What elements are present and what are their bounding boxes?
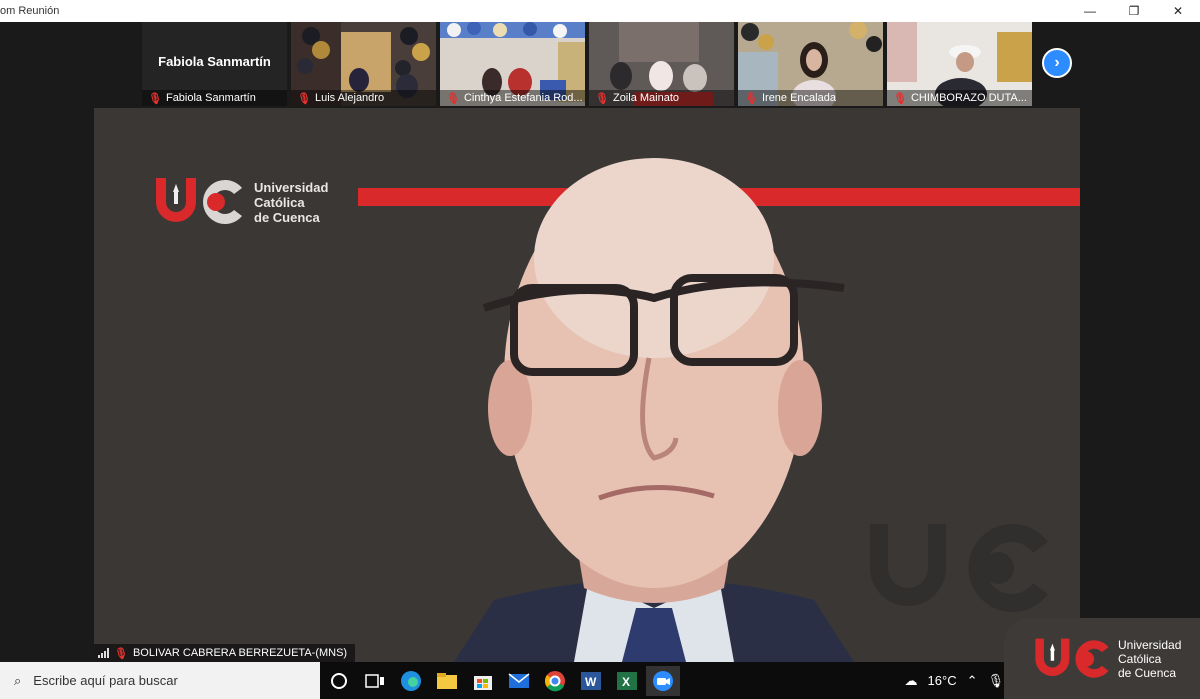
- meeting-stage: Fabiola Sanmartín 🎙︎ Fabiola Sanmartín 🎙…: [0, 22, 1200, 662]
- cortana-icon[interactable]: [322, 666, 356, 696]
- connection-signal-icon: [98, 648, 109, 658]
- taskbar-search-box[interactable]: ⌕ Escribe aquí para buscar: [0, 662, 320, 699]
- minimize-button[interactable]: —: [1068, 0, 1112, 22]
- mic-muted-icon: 🎙︎: [595, 92, 609, 105]
- participant-thumb-chimborazo[interactable]: 🎙︎ CHIMBORAZO DUTA...: [887, 22, 1032, 106]
- system-tray: ☁ 16°C ⌃ 🎙︎: [905, 662, 1004, 699]
- mic-muted-icon: 🎙︎: [744, 92, 758, 105]
- weather-cloud-icon[interactable]: ☁: [905, 673, 918, 689]
- search-icon: ⌕: [14, 672, 22, 688]
- participant-thumb-irene[interactable]: 🎙︎ Irene Encalada: [738, 22, 883, 106]
- participant-name: CHIMBORAZO DUTA...: [910, 92, 1027, 104]
- participant-thumb-fabiola[interactable]: Fabiola Sanmartín 🎙︎ Fabiola Sanmartín: [142, 22, 287, 106]
- window-title: om Reunión: [0, 5, 60, 17]
- chrome-icon[interactable]: [538, 666, 572, 696]
- store-icon[interactable]: [466, 666, 500, 696]
- file-explorer-icon[interactable]: [430, 666, 464, 696]
- participant-label: 🎙︎ Fabiola Sanmartín: [142, 90, 287, 106]
- participant-label: 🎙︎ Luis Alejandro: [291, 90, 436, 106]
- corner-university-logo: Universidad Católica de Cuenca: [1004, 618, 1200, 699]
- participant-label: 🎙︎ Irene Encalada: [738, 90, 883, 106]
- participant-name: Zoila Mainato: [612, 92, 680, 104]
- participant-label: 🎙︎ Zoila Mainato: [589, 90, 734, 106]
- mic-muted-icon: 🎙︎: [446, 92, 460, 105]
- participant-name: Cinthya Estefania Rod...: [463, 92, 583, 104]
- mic-muted-icon: 🎙︎: [114, 647, 128, 660]
- zoom-icon[interactable]: [646, 665, 680, 696]
- speaker-name: BOLIVAR CABRERA BERREZUETA-(MNS): [132, 647, 348, 659]
- chevron-up-icon[interactable]: ⌃: [967, 673, 978, 689]
- participant-name: Irene Encalada: [761, 92, 836, 104]
- uc-watermark-icon: [870, 524, 1048, 612]
- uc-logo-mark: [1035, 638, 1109, 678]
- window-controls: — ❐ ✕: [1068, 0, 1200, 22]
- window-titlebar: om Reunión — ❐ ✕: [0, 0, 1200, 22]
- corner-university-name: Universidad Católica de Cuenca: [1118, 637, 1182, 680]
- speaker-portrait: [454, 158, 854, 662]
- next-page-button[interactable]: ›: [1042, 48, 1072, 78]
- task-view-icon[interactable]: [358, 666, 392, 696]
- active-speaker-video[interactable]: Universidad Católica de Cuenca 🎙︎ BOLIVA…: [94, 108, 1080, 662]
- participant-name: Luis Alejandro: [314, 92, 385, 104]
- mic-muted-icon: 🎙︎: [148, 92, 162, 105]
- microphone-icon[interactable]: 🎙︎: [987, 673, 1004, 689]
- participant-strip: Fabiola Sanmartín 🎙︎ Fabiola Sanmartín 🎙…: [142, 22, 1032, 108]
- participant-thumb-cinthya[interactable]: 🎙︎ Cinthya Estefania Rod...: [440, 22, 585, 106]
- weather-temp[interactable]: 16°C: [928, 673, 957, 688]
- word-icon[interactable]: W: [574, 666, 608, 696]
- svg-text:W: W: [585, 675, 597, 689]
- participant-thumb-luis[interactable]: 🎙︎ Luis Alejandro: [291, 22, 436, 106]
- speaker-name-label: 🎙︎ BOLIVAR CABRERA BERREZUETA-(MNS): [94, 644, 356, 662]
- edge-icon[interactable]: [394, 666, 428, 696]
- mail-icon[interactable]: [502, 666, 536, 696]
- university-logo: Universidad Católica de Cuenca: [152, 174, 328, 230]
- restore-button[interactable]: ❐: [1112, 0, 1156, 22]
- participant-label: 🎙︎ CHIMBORAZO DUTA...: [887, 90, 1032, 106]
- mic-muted-icon: 🎙︎: [893, 92, 907, 105]
- university-name: Universidad Católica de Cuenca: [254, 179, 329, 225]
- search-placeholder: Escribe aquí para buscar: [33, 673, 178, 688]
- participant-label: 🎙︎ Cinthya Estefania Rod...: [440, 90, 585, 106]
- participant-name: Fabiola Sanmartín: [165, 92, 256, 104]
- chevron-right-icon: ›: [1054, 54, 1060, 71]
- uc-logo-mark: [156, 178, 242, 224]
- participant-big-name: Fabiola Sanmartín: [158, 54, 271, 69]
- participant-thumb-zoila[interactable]: 🎙︎ Zoila Mainato: [589, 22, 734, 106]
- close-button[interactable]: ✕: [1156, 0, 1200, 22]
- excel-icon[interactable]: X: [610, 666, 644, 696]
- svg-text:X: X: [622, 675, 630, 689]
- mic-muted-icon: 🎙︎: [297, 92, 311, 105]
